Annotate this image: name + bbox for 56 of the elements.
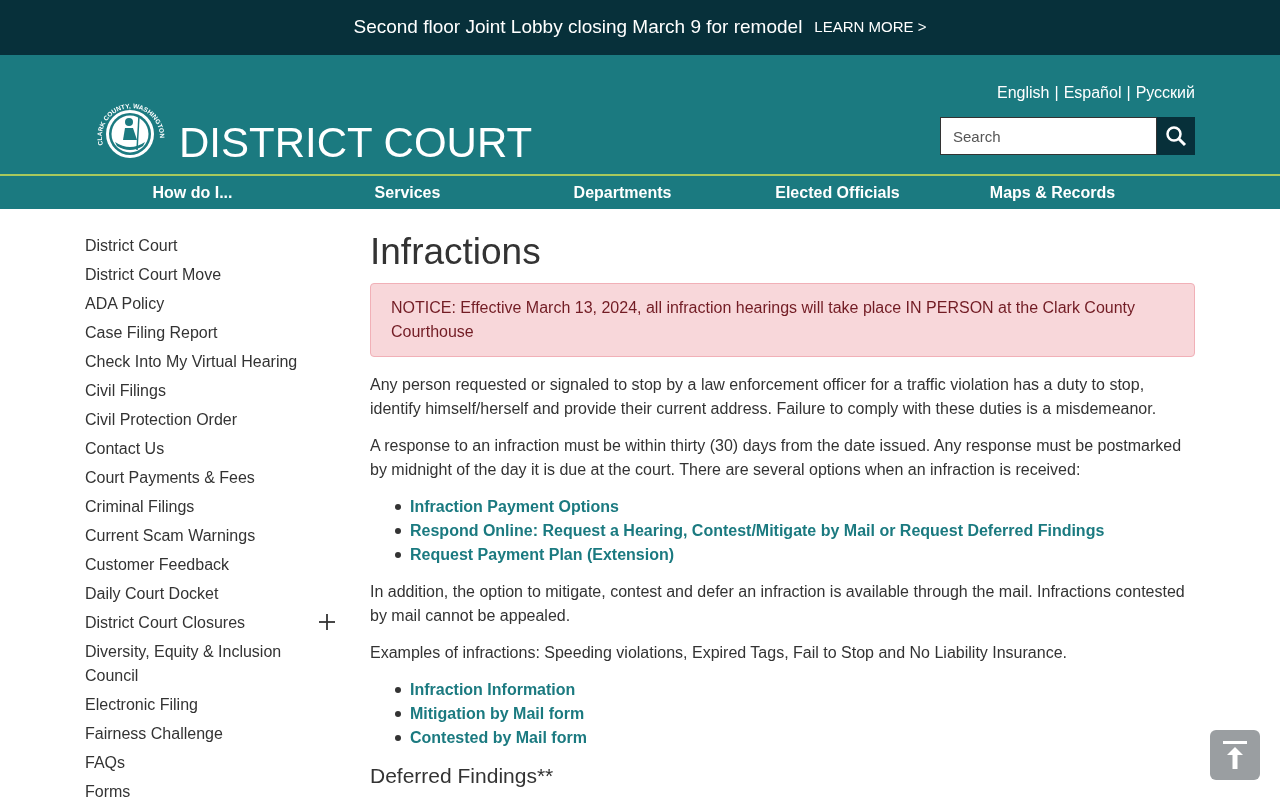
sidebar-link[interactable]: Current Scam Warnings [85, 521, 315, 550]
body-paragraph: Any person requested or signaled to stop by a law enforcement officer for a traffic violation has a duty to stop, identify himself/herself and provide their current address. Failure to comply with these duties is a misdemeanor. [370, 375, 1158, 419]
sidebar-link[interactable]: District Court Closures [85, 608, 315, 637]
sidebar-link[interactable]: District Court [85, 231, 315, 260]
sidebar-link[interactable]: Fairness Challenge [85, 719, 315, 748]
sidebar-link[interactable]: FAQs [85, 748, 315, 777]
sidebar-link[interactable]: Case Filing Report [85, 318, 315, 347]
sidebar-link[interactable]: Customer Feedback [85, 550, 315, 579]
link[interactable]: Infraction Payment Options [410, 495, 619, 519]
site-title[interactable]: DISTRICT COURT [179, 122, 533, 174]
nav-link[interactable]: Maps & Records [989, 180, 1116, 205]
sidebar-link[interactable]: Electronic Filing [85, 690, 315, 719]
search-icon [1165, 125, 1187, 147]
sidebar-link[interactable]: Daily Court Docket [85, 579, 315, 608]
announcement-text: Second floor Joint Lobby closing March 9 for remodel [353, 15, 803, 40]
page-heading: Infractions [370, 231, 542, 273]
notice-alert: NOTICE: Effective March 13, 2024, all infraction hearings will take place IN PERSON at the Clark County Courthouse [370, 283, 1195, 357]
learn-more-link[interactable]: LEARN MORE > [814, 16, 927, 39]
search-button[interactable] [1157, 117, 1195, 155]
sidebar-link[interactable]: Contact Us [85, 434, 315, 463]
link[interactable]: Mitigation by Mail form [410, 702, 585, 726]
sidebar-link[interactable]: Check Into My Virtual Hearing [85, 347, 315, 376]
sidebar-link[interactable]: Criminal Filings [85, 492, 315, 521]
link[interactable]: Request Payment Plan (Extension) [410, 543, 675, 567]
nav-link[interactable]: How do I... [152, 180, 233, 205]
sidebar-link[interactable]: ADA Policy [85, 289, 315, 318]
body-paragraph: In addition, the option to mitigate, contest and defer an infraction is available through the mail. Infractions contested by mail cannot be appealed. [370, 582, 1186, 626]
language-separator: | [1126, 83, 1131, 103]
search-field[interactable]: Search [940, 117, 1157, 155]
language-separator: | [1054, 83, 1059, 103]
sidebar-link[interactable]: Diversity, Equity & Inclusion Council [85, 637, 315, 690]
sidebar-link[interactable]: District Court Move [85, 260, 315, 289]
link[interactable]: Infraction Information [410, 678, 576, 702]
language-link[interactable]: Русский [1135, 81, 1195, 105]
scroll-to-top-button[interactable] [1210, 730, 1260, 780]
body-paragraph: A response to an infraction must be within thirty (30) days from the date issued. Any response must be postmarked by midnight of the day it is due at the court. There are several options when an infraction is received: [370, 436, 1183, 480]
section-heading: Deferred Findings** [370, 763, 555, 789]
bullet-icon [395, 687, 401, 693]
sidebar-link[interactable]: Court Payments & Fees [85, 463, 315, 492]
bullet-icon [395, 711, 401, 717]
nav-link[interactable]: Services [374, 180, 441, 205]
nav-link[interactable]: Departments [573, 180, 672, 205]
bullet-icon [395, 528, 401, 534]
nav-link[interactable]: Elected Officials [775, 180, 900, 205]
sidebar-link[interactable]: Forms [85, 777, 315, 800]
link[interactable]: Respond Online: Request a Hearing, Contest/Mitigate by Mail or Request Deferred Findings [410, 519, 1105, 543]
language-link[interactable]: English [997, 81, 1050, 105]
bullet-icon [395, 735, 401, 741]
sidebar-link[interactable]: Civil Protection Order [85, 405, 315, 434]
link[interactable]: Contested by Mail form [410, 726, 587, 750]
language-link[interactable]: Español [1063, 81, 1122, 105]
bullet-icon [395, 504, 401, 510]
bullet-icon [395, 552, 401, 558]
sidebar-link[interactable]: Civil Filings [85, 376, 315, 405]
body-paragraph: Examples of infractions: Speeding violations, Expired Tags, Fail to Stop and No Liability Insurance. [370, 643, 1068, 663]
arrow-up-icon [1222, 740, 1248, 770]
